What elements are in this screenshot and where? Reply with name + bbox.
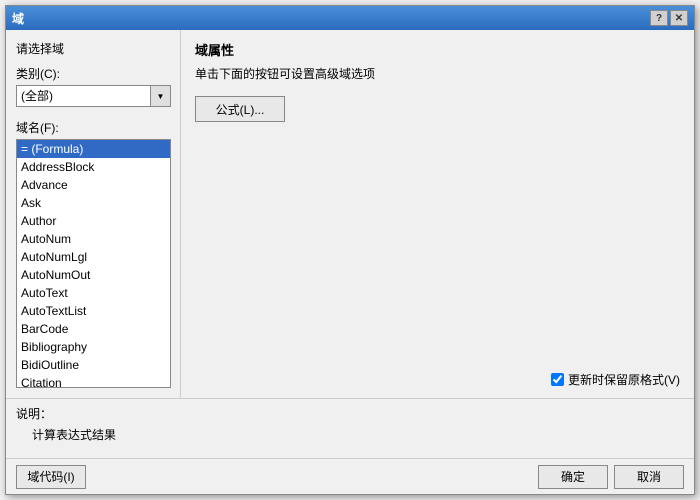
- field-code-button[interactable]: 域代码(I): [16, 465, 86, 489]
- list-item[interactable]: BidiOutline: [17, 356, 170, 374]
- cancel-button[interactable]: 取消: [614, 465, 684, 489]
- right-panel-title: 域属性: [195, 40, 680, 59]
- dialog-window: 域 ? ✕ 请选择域 类别(C): (全部) ▼ 域名(F): = (Formu…: [5, 5, 695, 495]
- preserve-format-area: 更新时保留原格式(V): [551, 371, 680, 388]
- preserve-format-label: 更新时保留原格式(V): [568, 371, 680, 388]
- category-dropdown[interactable]: (全部) ▼: [16, 85, 171, 107]
- list-item[interactable]: = (Formula): [17, 140, 170, 158]
- list-item[interactable]: Advance: [17, 176, 170, 194]
- list-item[interactable]: Ask: [17, 194, 170, 212]
- bottom-bar: 域代码(I) 确定 取消: [6, 458, 694, 494]
- list-item[interactable]: AddressBlock: [17, 158, 170, 176]
- bottom-left-buttons: 域代码(I): [16, 465, 86, 489]
- preserve-format-checkbox[interactable]: [551, 373, 564, 386]
- description-area: 说明： 计算表达式结果: [6, 398, 694, 458]
- section-title: 请选择域: [16, 40, 170, 57]
- list-item[interactable]: Bibliography: [17, 338, 170, 356]
- formula-button[interactable]: 公式(L)...: [195, 96, 285, 122]
- fieldname-listbox-wrapper: = (Formula)AddressBlockAdvanceAskAuthorA…: [16, 139, 171, 388]
- category-arrow-icon[interactable]: ▼: [150, 86, 170, 106]
- list-item[interactable]: AutoText: [17, 284, 170, 302]
- description-text: 计算表达式结果: [16, 426, 684, 443]
- category-group: 类别(C): (全部) ▼: [16, 65, 170, 107]
- dialog-title: 域: [12, 10, 24, 27]
- list-item[interactable]: AutoNumOut: [17, 266, 170, 284]
- bottom-right-buttons: 确定 取消: [538, 465, 684, 489]
- help-button[interactable]: ?: [650, 10, 668, 26]
- title-bar: 域 ? ✕: [6, 6, 694, 30]
- list-item[interactable]: AutoNumLgl: [17, 248, 170, 266]
- category-value: (全部): [17, 86, 150, 106]
- title-bar-buttons: ? ✕: [650, 10, 688, 26]
- fieldname-label: 域名(F):: [16, 119, 170, 136]
- close-button[interactable]: ✕: [670, 10, 688, 26]
- list-item[interactable]: Citation: [17, 374, 170, 387]
- list-item[interactable]: AutoTextList: [17, 302, 170, 320]
- dialog-body: 请选择域 类别(C): (全部) ▼ 域名(F): = (Formula)Add…: [6, 30, 694, 398]
- fieldname-listbox[interactable]: = (Formula)AddressBlockAdvanceAskAuthorA…: [17, 140, 170, 387]
- list-item[interactable]: BarCode: [17, 320, 170, 338]
- category-label: 类别(C):: [16, 65, 170, 82]
- list-item[interactable]: Author: [17, 212, 170, 230]
- confirm-button[interactable]: 确定: [538, 465, 608, 489]
- right-panel: 域属性 单击下面的按钮可设置高级域选项 公式(L)... 更新时保留原格式(V): [181, 30, 694, 398]
- description-title: 说明：: [16, 405, 684, 422]
- left-panel: 请选择域 类别(C): (全部) ▼ 域名(F): = (Formula)Add…: [6, 30, 181, 398]
- list-item[interactable]: AutoNum: [17, 230, 170, 248]
- right-panel-desc: 单击下面的按钮可设置高级域选项: [195, 65, 680, 82]
